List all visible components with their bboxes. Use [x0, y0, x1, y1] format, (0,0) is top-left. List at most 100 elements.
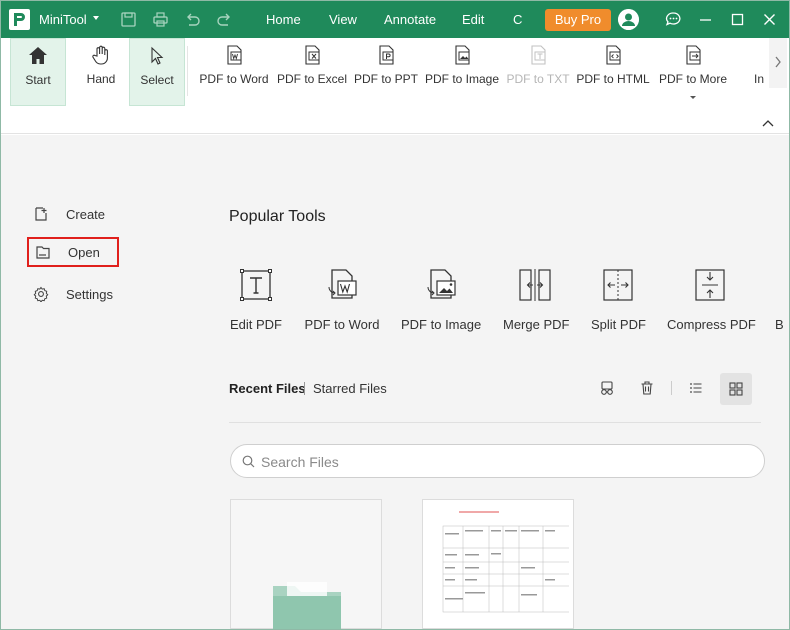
select-label: Select [140, 73, 174, 87]
merge-pdf-label: Merge PDF [503, 317, 570, 332]
trash-icon[interactable] [639, 380, 655, 396]
tool-pdf-to-image[interactable]: PDF to Image [401, 267, 481, 337]
sidebar-item-settings[interactable]: Settings [27, 279, 119, 309]
view-toggle-divider [671, 381, 672, 395]
minimize-icon[interactable] [697, 11, 714, 28]
pdf-to-image-button[interactable]: PDF to Image [423, 38, 501, 106]
sidebar-create-label: Create [66, 206, 106, 222]
pdf-to-ppt-button[interactable]: PDF to PPT [353, 38, 419, 106]
cursor-icon [151, 46, 164, 65]
open-folder-icon [36, 246, 50, 259]
search-box [230, 444, 765, 478]
menu-convert[interactable]: C [513, 12, 522, 27]
pdf-to-excel-label: PDF to Excel [276, 72, 348, 86]
pdf-to-html-button[interactable]: PDF to HTML [575, 38, 651, 106]
main-content: Create Open Settings Popular Tools Edit … [1, 135, 789, 629]
hand-label: Hand [86, 72, 116, 86]
pdf-to-image-label: PDF to Image [424, 72, 500, 86]
file-card-recent-document[interactable] [422, 499, 574, 629]
pdf-to-excel-button[interactable]: PDF to Excel [275, 38, 349, 106]
tool-edit-pdf[interactable]: Edit PDF [229, 267, 283, 337]
compress-pdf-icon [695, 269, 725, 301]
tab-recent-files[interactable]: Recent Files [229, 381, 306, 396]
redo-icon[interactable] [216, 11, 233, 28]
pdf-to-word-button[interactable]: PDF to Word [197, 38, 271, 106]
hand-button[interactable]: Hand [78, 38, 124, 106]
pdf-to-html-icon [606, 45, 621, 65]
tool-more[interactable]: B [775, 267, 789, 337]
pdf-to-word-icon [227, 45, 242, 65]
pdf-to-word-label: PDF to Word [199, 72, 269, 86]
hand-icon [92, 45, 108, 65]
gear-icon [33, 286, 49, 302]
popular-tools-title: Popular Tools [229, 208, 326, 225]
link-icon[interactable] [599, 380, 615, 396]
sidebar-settings-label: Settings [66, 286, 113, 302]
select-button[interactable]: Select [129, 38, 185, 106]
app-menu-caret-icon[interactable] [93, 16, 99, 20]
user-avatar-icon[interactable] [618, 9, 639, 30]
split-pdf-label: Split PDF [591, 317, 646, 332]
pdf-to-ppt-label: PDF to PPT [353, 72, 418, 86]
pdf-to-html-label: PDF to HTML [576, 72, 650, 86]
sidebar-open-label: Open [68, 244, 100, 260]
collapse-ribbon-chevron-up-icon[interactable] [761, 118, 775, 130]
tab-starred-files[interactable]: Starred Files [313, 381, 387, 396]
ribbon-scroll-right[interactable] [769, 38, 787, 88]
search-icon [242, 455, 255, 468]
print-icon[interactable] [152, 11, 169, 28]
menu-view[interactable]: View [329, 12, 357, 27]
feedback-icon[interactable] [665, 11, 682, 28]
import-button[interactable]: In [751, 38, 767, 106]
folder-icon [273, 582, 341, 629]
pdf-to-word-tool-label: PDF to Word [304, 317, 380, 332]
edit-pdf-label: Edit PDF [229, 317, 282, 332]
ribbon-separator [187, 46, 188, 96]
tool-merge-pdf[interactable]: Merge PDF [503, 267, 570, 337]
save-icon[interactable] [120, 11, 137, 28]
document-thumbnail [429, 506, 569, 624]
pdf-to-txt-icon [531, 45, 546, 65]
pdf-to-more-icon [686, 45, 701, 65]
pdf-to-image-icon [455, 45, 470, 65]
pdf-to-image-tool-label: PDF to Image [401, 317, 482, 332]
more-tool-label: B [775, 317, 784, 332]
close-icon[interactable] [761, 11, 778, 28]
pdf-to-txt-label: PDF to TXT [506, 72, 570, 86]
undo-icon[interactable] [184, 11, 201, 28]
edit-pdf-icon [240, 269, 272, 301]
grid-view-button[interactable] [720, 373, 752, 405]
chevron-right-icon [775, 56, 781, 68]
search-input[interactable] [261, 452, 741, 472]
file-card-open[interactable] [230, 499, 382, 629]
menu-edit[interactable]: Edit [462, 12, 484, 27]
start-button[interactable]: Start [10, 38, 66, 106]
tool-compress-pdf[interactable]: Compress PDF [667, 267, 756, 337]
pdf-to-ppt-icon [379, 45, 394, 65]
title-bar: MiniTool Home View Annotate Edit C Buy P… [1, 1, 789, 38]
maximize-icon[interactable] [729, 11, 746, 28]
buy-pro-button[interactable]: Buy Pro [545, 9, 611, 31]
sidebar-item-open[interactable]: Open [27, 237, 119, 267]
minitool-logo-icon [9, 9, 30, 30]
pdf-to-excel-icon [305, 45, 320, 65]
split-pdf-icon [603, 269, 633, 301]
menu-home[interactable]: Home [266, 12, 301, 27]
pdf-to-more-caret-icon[interactable] [690, 96, 696, 99]
app-name[interactable]: MiniTool [39, 12, 87, 27]
sidebar-item-create[interactable]: Create [27, 199, 119, 229]
home-icon [29, 47, 47, 64]
list-view-icon[interactable] [688, 380, 704, 396]
tool-split-pdf[interactable]: Split PDF [591, 267, 646, 337]
grid-view-icon [729, 382, 743, 396]
merge-pdf-icon [519, 269, 551, 301]
app-window: MiniTool Home View Annotate Edit C Buy P… [0, 0, 790, 630]
menu-annotate[interactable]: Annotate [384, 12, 436, 27]
ribbon-toolbar: Start Hand Select PDF to Word PDF to Exc… [1, 38, 789, 134]
start-label: Start [25, 73, 51, 87]
pdf-to-image-tool-icon [427, 269, 456, 299]
tab-divider [304, 382, 305, 395]
pdf-to-txt-button[interactable]: PDF to TXT [505, 38, 571, 106]
tool-pdf-to-word[interactable]: PDF to Word [304, 267, 380, 337]
import-label: In [753, 72, 764, 86]
